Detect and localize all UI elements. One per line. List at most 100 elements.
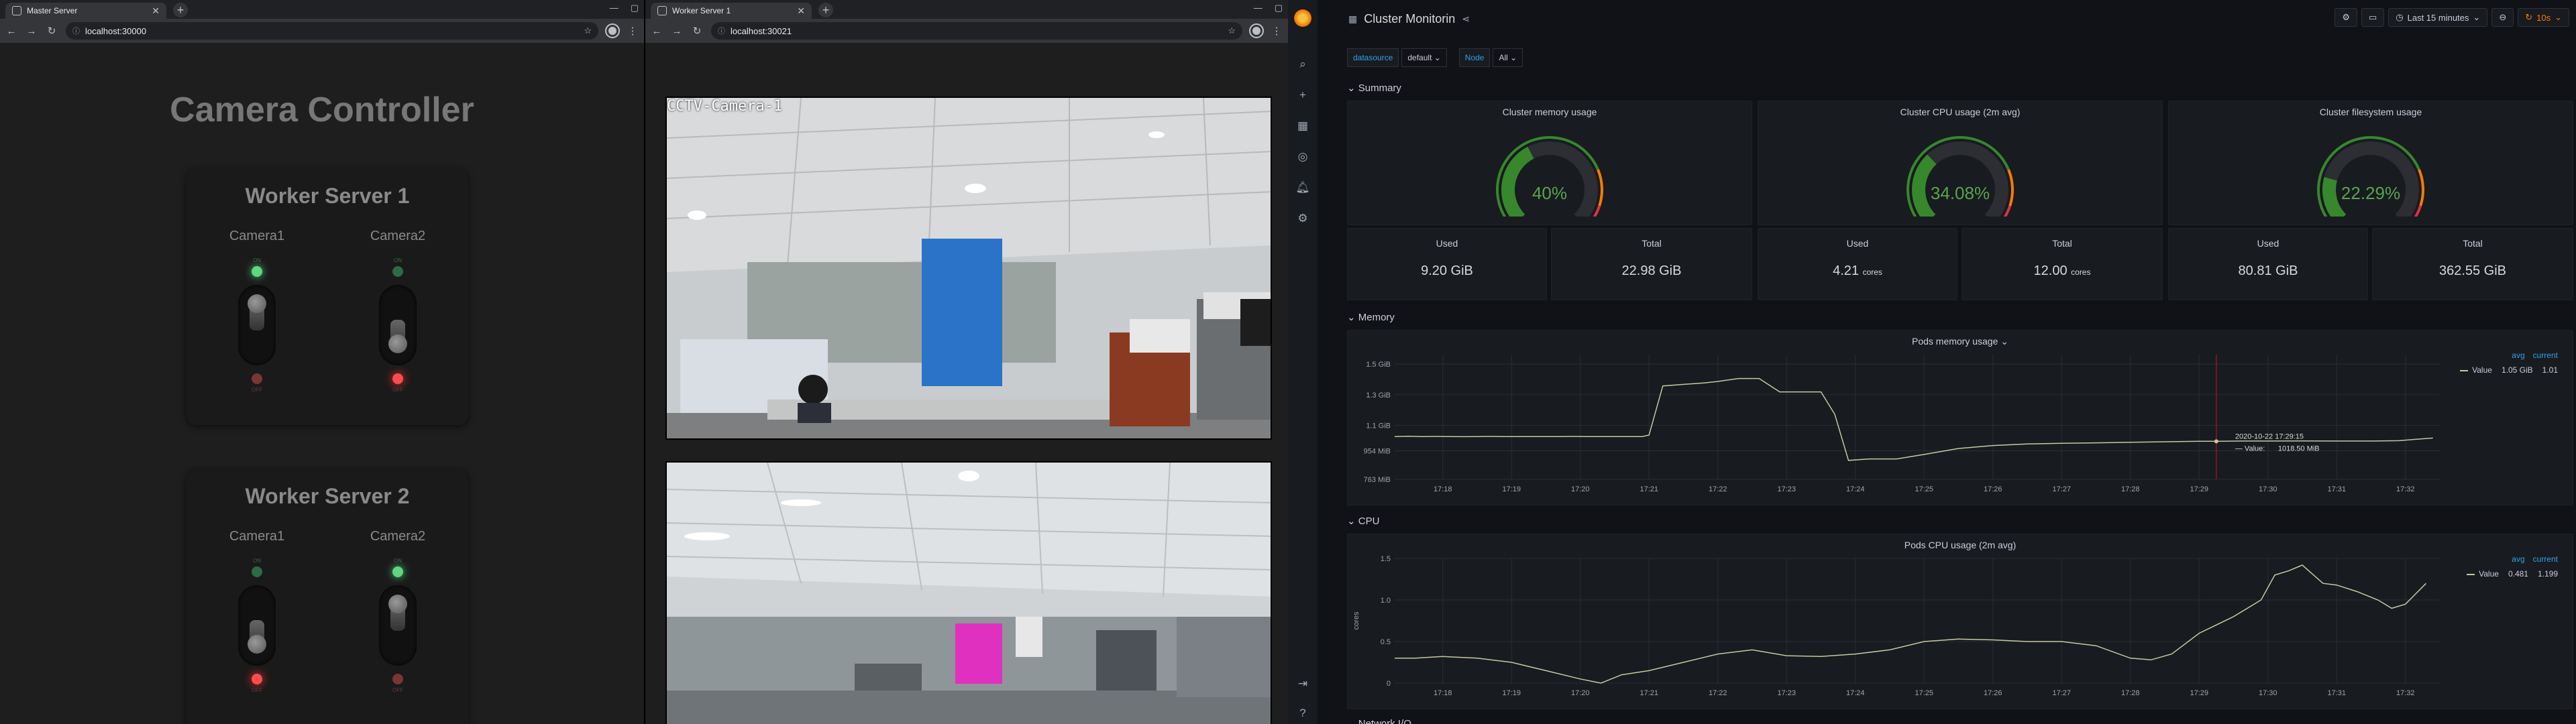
new-tab-button[interactable]: + — [818, 3, 833, 17]
dashboard-grid-icon: ▦ — [1348, 13, 1358, 24]
back-icon[interactable]: ← — [651, 25, 663, 37]
time-range-picker[interactable]: ◷ Last 15 minutes ⌄ — [2388, 8, 2488, 27]
legend-series[interactable]: Value 0.481 1.199 — [2467, 569, 2558, 579]
sign-in-icon[interactable]: ⇥ — [1298, 677, 1307, 690]
stat-panel-memory-used[interactable]: Used 9.20 GiB — [1347, 228, 1547, 300]
legend-avg-header[interactable]: avg — [2512, 554, 2524, 564]
camera-control-1: Camera1 ON OFF — [203, 529, 311, 693]
bookmark-star-icon[interactable]: ☆ — [584, 25, 592, 36]
grafana-logo-icon[interactable] — [1294, 9, 1311, 27]
forward-icon[interactable]: → — [671, 25, 683, 37]
x-tick-label: 17:29 — [2190, 689, 2208, 697]
stat-panel-cpu-used[interactable]: Used 4.21 cores — [1758, 228, 1957, 300]
x-tick-label: 17:25 — [1915, 485, 1933, 493]
close-tab-icon[interactable]: ✕ — [152, 6, 160, 15]
maximize-icon[interactable]: ▢ — [631, 3, 639, 13]
refresh-interval: 10s — [2536, 12, 2551, 23]
tab-strip: Master Server ✕ + — ▢ — [0, 0, 644, 19]
legend-series[interactable]: Value 1.05 GiB 1.01 — [2460, 365, 2558, 375]
legend-current-header[interactable]: current — [2533, 351, 2558, 360]
hover-point — [2214, 439, 2218, 444]
x-tick-label: 17:18 — [1434, 689, 1452, 697]
camera-toggle-switch[interactable] — [379, 285, 417, 365]
worker-card-2: Worker Server 2 Camera1 ON OFF Camera2 O… — [186, 469, 468, 724]
gauge-panel-cpu[interactable]: Cluster CPU usage (2m avg) 34.08% — [1758, 101, 2163, 225]
grafana-sidebar: ⌕ + ▦ ◎ 🔔︎ ⚙ ⇥ ? — [1288, 0, 1318, 724]
camera-toggle-switch[interactable] — [379, 585, 417, 666]
dashboard-settings-button[interactable]: ⚙ — [2334, 8, 2357, 27]
help-icon[interactable]: ? — [1299, 707, 1305, 720]
tab-strip: Worker Server 1 ✕ + — ▢ — [645, 0, 1288, 19]
menu-kebab-icon[interactable]: ⋮ — [1271, 25, 1283, 37]
stat-label: Used — [1436, 238, 1458, 249]
minimize-icon[interactable]: — — [610, 3, 619, 13]
gauge-track — [2322, 141, 2419, 217]
stat-panel-memory-total[interactable]: Total 22.98 GiB — [1551, 228, 1752, 300]
back-icon[interactable]: ← — [5, 25, 17, 37]
minimize-icon[interactable]: — — [1254, 3, 1263, 13]
dashboards-grid-icon[interactable]: ▦ — [1297, 119, 1308, 133]
worker-browser-window: Worker Server 1 ✕ + — ▢ ← → ↻ ⓘ localhos… — [644, 0, 1288, 724]
series-color-swatch — [2467, 573, 2475, 575]
x-tick-label: 17:32 — [2396, 689, 2415, 697]
tab-worker-server-1[interactable]: Worker Server 1 ✕ — [651, 3, 812, 19]
variable-select-datasource[interactable]: default ⌄ — [1401, 48, 1447, 67]
x-tick-label: 17:22 — [1709, 485, 1727, 493]
dashboard-title[interactable]: Cluster Monitorin — [1364, 12, 1455, 26]
y-tick-label: 1.1 GiB — [1366, 422, 1391, 430]
close-tab-icon[interactable]: ✕ — [797, 6, 805, 15]
reload-icon[interactable]: ↻ — [46, 25, 58, 37]
forward-icon[interactable]: → — [25, 25, 38, 37]
variable-select-node[interactable]: All ⌄ — [1493, 48, 1523, 67]
profile-avatar-icon[interactable] — [1249, 23, 1264, 38]
refresh-button[interactable]: ↻ 10s ⌄ — [2518, 8, 2569, 27]
explore-compass-icon[interactable]: ◎ — [1298, 150, 1308, 164]
x-tick-label: 17:32 — [2396, 485, 2415, 493]
menu-kebab-icon[interactable]: ⋮ — [627, 25, 639, 37]
new-tab-button[interactable]: + — [173, 3, 188, 17]
series-line-value[interactable] — [1394, 377, 2433, 461]
gauge-panel-filesystem[interactable]: Cluster filesystem usage 22.29% — [2168, 101, 2573, 225]
address-bar[interactable]: ⓘ localhost:30000 ☆ — [66, 22, 598, 40]
legend-current-header[interactable]: current — [2533, 554, 2558, 564]
gauge-icon: 34.08% — [1907, 136, 2014, 217]
legend-avg-header[interactable]: avg — [2512, 351, 2524, 360]
worker-title: Worker Server 2 — [245, 484, 410, 508]
row-summary[interactable]: ⌄ Summary — [1340, 78, 1408, 98]
browser-toolbar: ← → ↻ ⓘ localhost:30000 ☆ ⋮ — [0, 19, 644, 43]
search-icon[interactable]: ⌕ — [1299, 58, 1306, 71]
cycle-view-button[interactable]: ▭ — [2361, 8, 2385, 27]
graph-panel-memory[interactable]: Pods memory usage ⌄ 763 MiB 954 MiB 1.1 Gi… — [1347, 330, 2573, 505]
graph-panel-cpu[interactable]: Pods CPU usage (2m avg) 0 0.5 1.0 1.5 17:18 1… — [1347, 534, 2573, 709]
tooltip-value: 1018.50 MiB — [2278, 444, 2320, 452]
row-memory[interactable]: ⌄ Memory — [1340, 307, 1401, 327]
memory-line-chart: 763 MiB 954 MiB 1.1 GiB 1.3 GiB 1.5 GiB 17:18… — [1364, 355, 2440, 493]
reload-icon[interactable]: ↻ — [691, 25, 703, 37]
x-tick-label: 17:21 — [1640, 689, 1658, 697]
info-icon[interactable]: ⓘ — [72, 25, 80, 36]
create-plus-icon[interactable]: + — [1299, 88, 1306, 102]
configuration-gear-icon[interactable]: ⚙ — [1297, 212, 1307, 225]
tab-master-server[interactable]: Master Server ✕ — [5, 3, 166, 19]
maximize-icon[interactable]: ▢ — [1275, 3, 1283, 13]
stat-panel-fs-total[interactable]: Total 362.55 GiB — [2372, 228, 2573, 300]
x-tick-label: 17:25 — [1915, 689, 1933, 697]
zoom-out-button[interactable]: ⊖ — [2491, 8, 2514, 27]
info-icon[interactable]: ⓘ — [718, 25, 725, 36]
stat-panel-fs-used[interactable]: Used 80.81 GiB — [2168, 228, 2368, 300]
bookmark-star-icon[interactable]: ☆ — [1228, 25, 1236, 36]
x-tick-label: 17:26 — [1984, 485, 2002, 493]
gauge-panel-memory[interactable]: Cluster memory usage 40% — [1347, 101, 1752, 225]
alerting-bell-icon[interactable]: 🔔︎ — [1295, 181, 1310, 194]
share-icon[interactable]: ⋖ — [1462, 13, 1470, 25]
gauge-track — [1912, 141, 2008, 217]
address-bar[interactable]: ⓘ localhost:30021 ☆ — [711, 22, 1242, 40]
camera-toggle-switch[interactable] — [238, 585, 276, 666]
camera-toggle-switch[interactable] — [238, 285, 276, 365]
profile-avatar-icon[interactable] — [605, 23, 620, 38]
worker-page: CCTV-Camera-1 — [645, 43, 1288, 724]
series-line-value[interactable] — [1395, 564, 2427, 684]
row-network[interactable]: ⌄ Network I/O — [1340, 713, 1418, 724]
row-cpu[interactable]: ⌄ CPU — [1340, 511, 1386, 531]
stat-panel-cpu-total[interactable]: Total 12.00 cores — [1962, 228, 2163, 300]
